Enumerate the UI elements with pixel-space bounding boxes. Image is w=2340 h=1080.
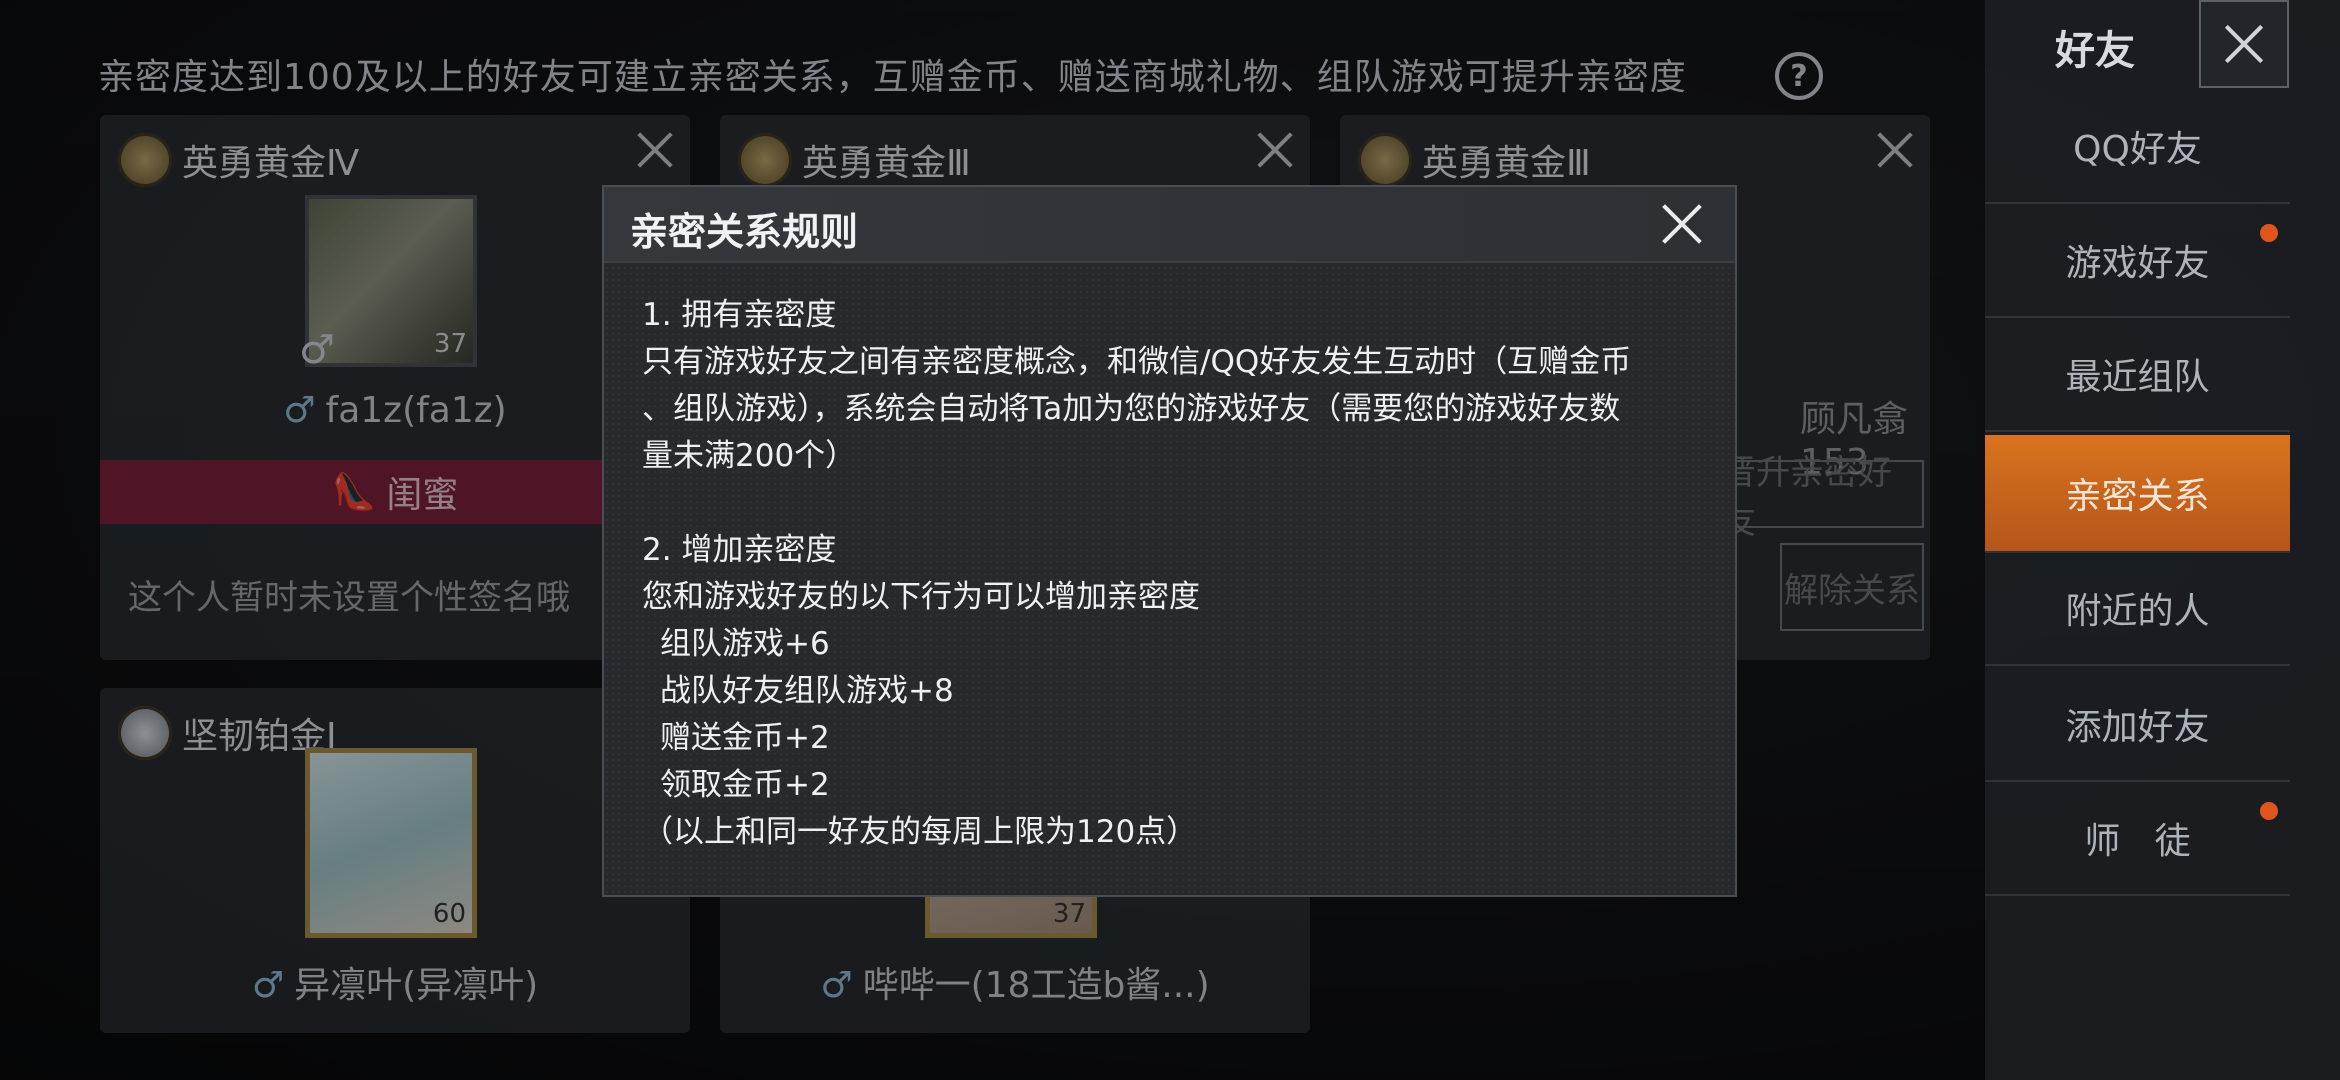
rule-note: （以上和同一好友的每周上限为120点） [642, 814, 1198, 850]
intimacy-rules-dialog: 亲密关系规则 1. 拥有亲密度 只有游戏好友之间有亲密度概念，和微信/QQ好友发… [602, 185, 1737, 897]
rule-item: 领取金币+2 [660, 767, 830, 803]
sidebar-item-recent-teams[interactable]: 最近组队 [1985, 318, 2290, 432]
dialog-body: 1. 拥有亲密度 只有游戏好友之间有亲密度概念，和微信/QQ好友发生互动时（互赠… [642, 292, 1702, 856]
sidebar-item-label: 师 徒 [2084, 821, 2191, 862]
sidebar-item-intimacy[interactable]: 亲密关系 [1985, 435, 2290, 553]
section-title: 2. 增加亲密度 [642, 532, 837, 568]
sidebar-item-nearby[interactable]: 附近的人 [1985, 552, 2290, 666]
rule-text: 、组队游戏），系统会自动将Ta加为您的游戏好友（需要您的游戏好友数 [642, 391, 1621, 427]
sidebar-item-label: 游戏好友 [2065, 243, 2210, 284]
sidebar-item-label: 亲密关系 [2065, 476, 2210, 517]
sidebar-item-label: 添加好友 [2065, 707, 2210, 748]
rule-text: 量未满200个） [642, 438, 857, 474]
notification-dot [2260, 224, 2278, 242]
sidebar-item-add-friend[interactable]: 添加好友 [1985, 668, 2290, 782]
sidebar-item-label: QQ好友 [2073, 129, 2202, 170]
section-title: 1. 拥有亲密度 [642, 297, 837, 333]
rule-item: 战队好友组队游戏+8 [660, 673, 954, 709]
rule-text: 只有游戏好友之间有亲密度概念，和微信/QQ好友发生互动时（互赠金币 [642, 344, 1632, 380]
close-panel-button[interactable] [2199, 0, 2289, 88]
sidebar-title: 好友 [2055, 28, 2135, 74]
rule-text: 您和游戏好友的以下行为可以增加亲密度 [642, 579, 1200, 615]
close-icon[interactable] [1659, 201, 1705, 247]
dialog-header: 亲密关系规则 [604, 187, 1735, 263]
sidebar-item-qq-friends[interactable]: QQ好友 [1985, 90, 2290, 204]
sidebar-item-game-friends[interactable]: 游戏好友 [1985, 204, 2290, 318]
sidebar-item-label: 最近组队 [2065, 357, 2210, 398]
rule-item: 组队游戏+6 [660, 626, 830, 662]
friends-sidebar: 好友 QQ好友 游戏好友 最近组队 亲密关系 附近的人 添加好友 师 徒 [1985, 0, 2340, 1080]
dialog-title: 亲密关系规则 [630, 210, 859, 254]
sidebar-item-mentor[interactable]: 师 徒 [1985, 782, 2290, 896]
sidebar-item-label: 附近的人 [2065, 591, 2210, 632]
notification-dot [2260, 802, 2278, 820]
rule-item: 赠送金币+2 [660, 720, 830, 756]
